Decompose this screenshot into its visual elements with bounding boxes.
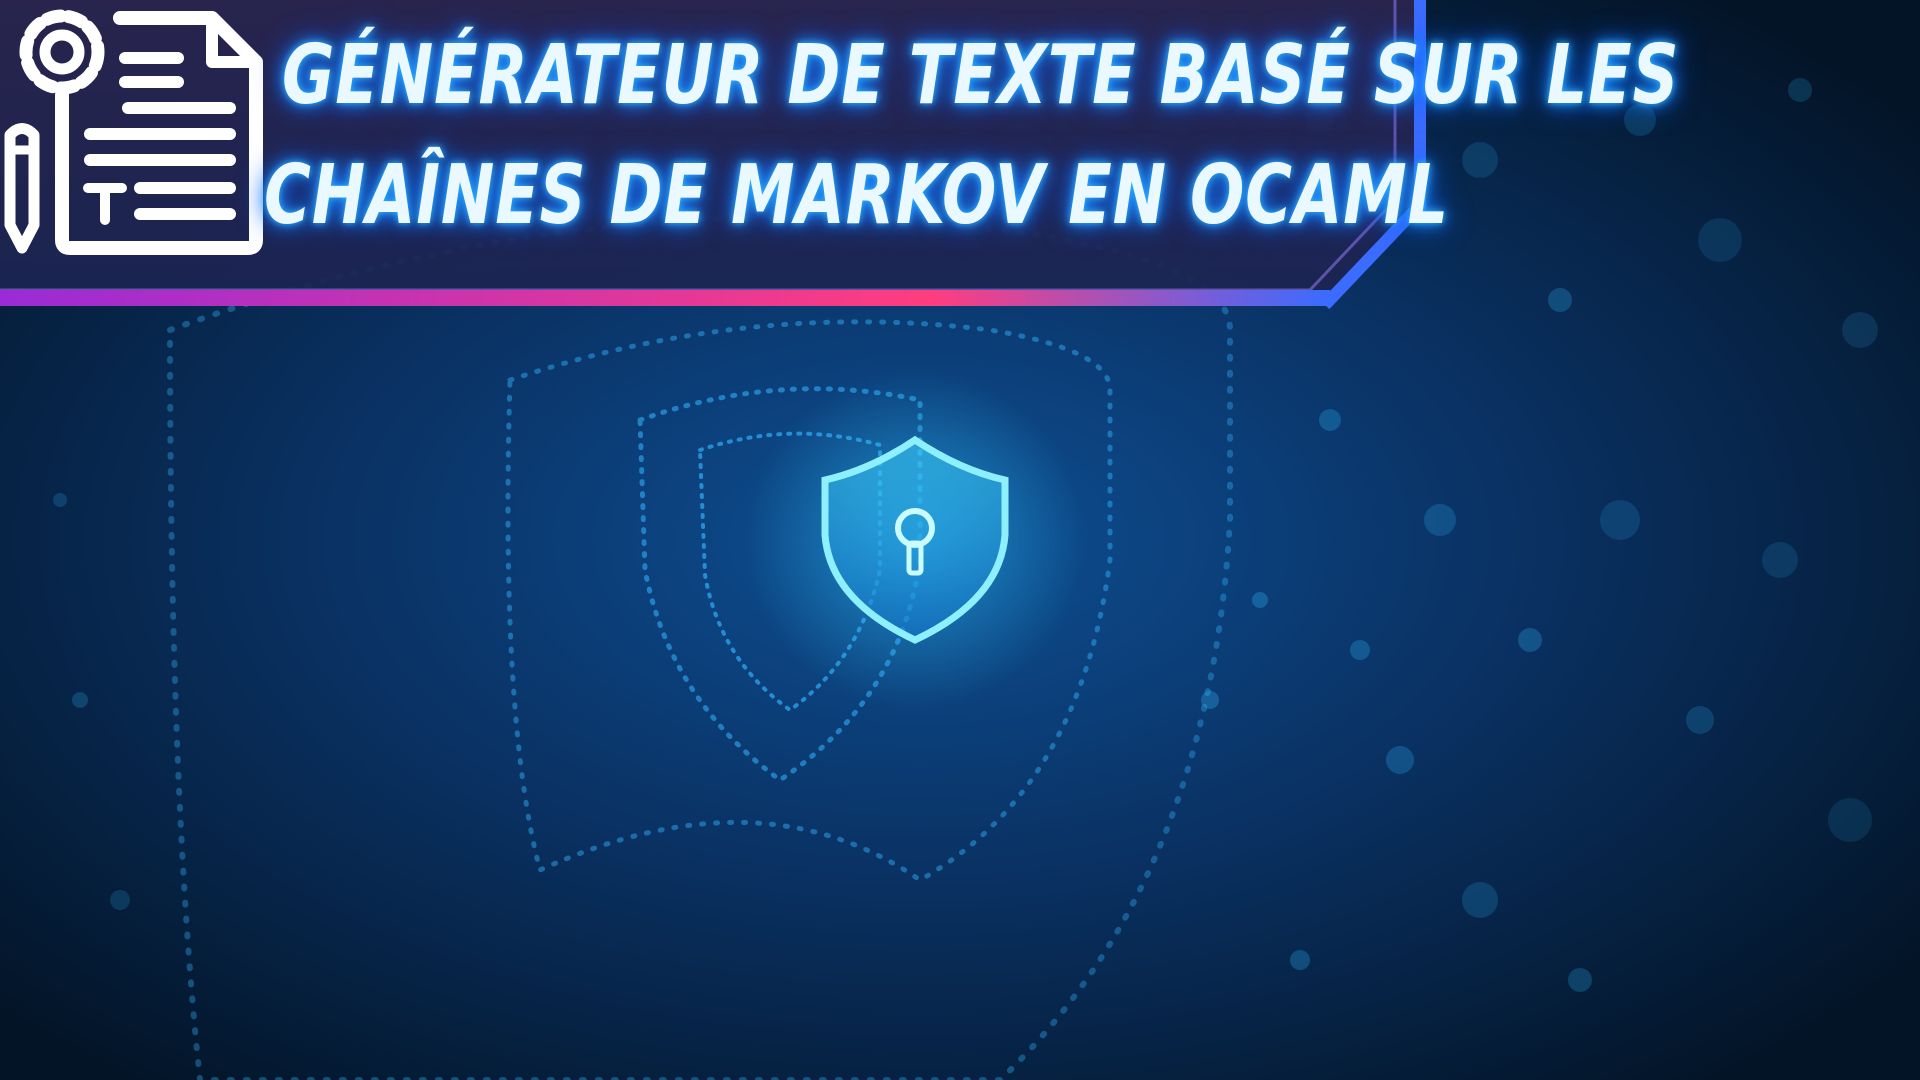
page-title-line-2: CHAÎNES DE MARKOV EN OCAML bbox=[264, 148, 1450, 243]
document-settings-icon bbox=[4, 9, 263, 255]
page-title-line-1: GÉNÉRATEUR DE TEXTE BASÉ SUR LES bbox=[282, 28, 1680, 123]
